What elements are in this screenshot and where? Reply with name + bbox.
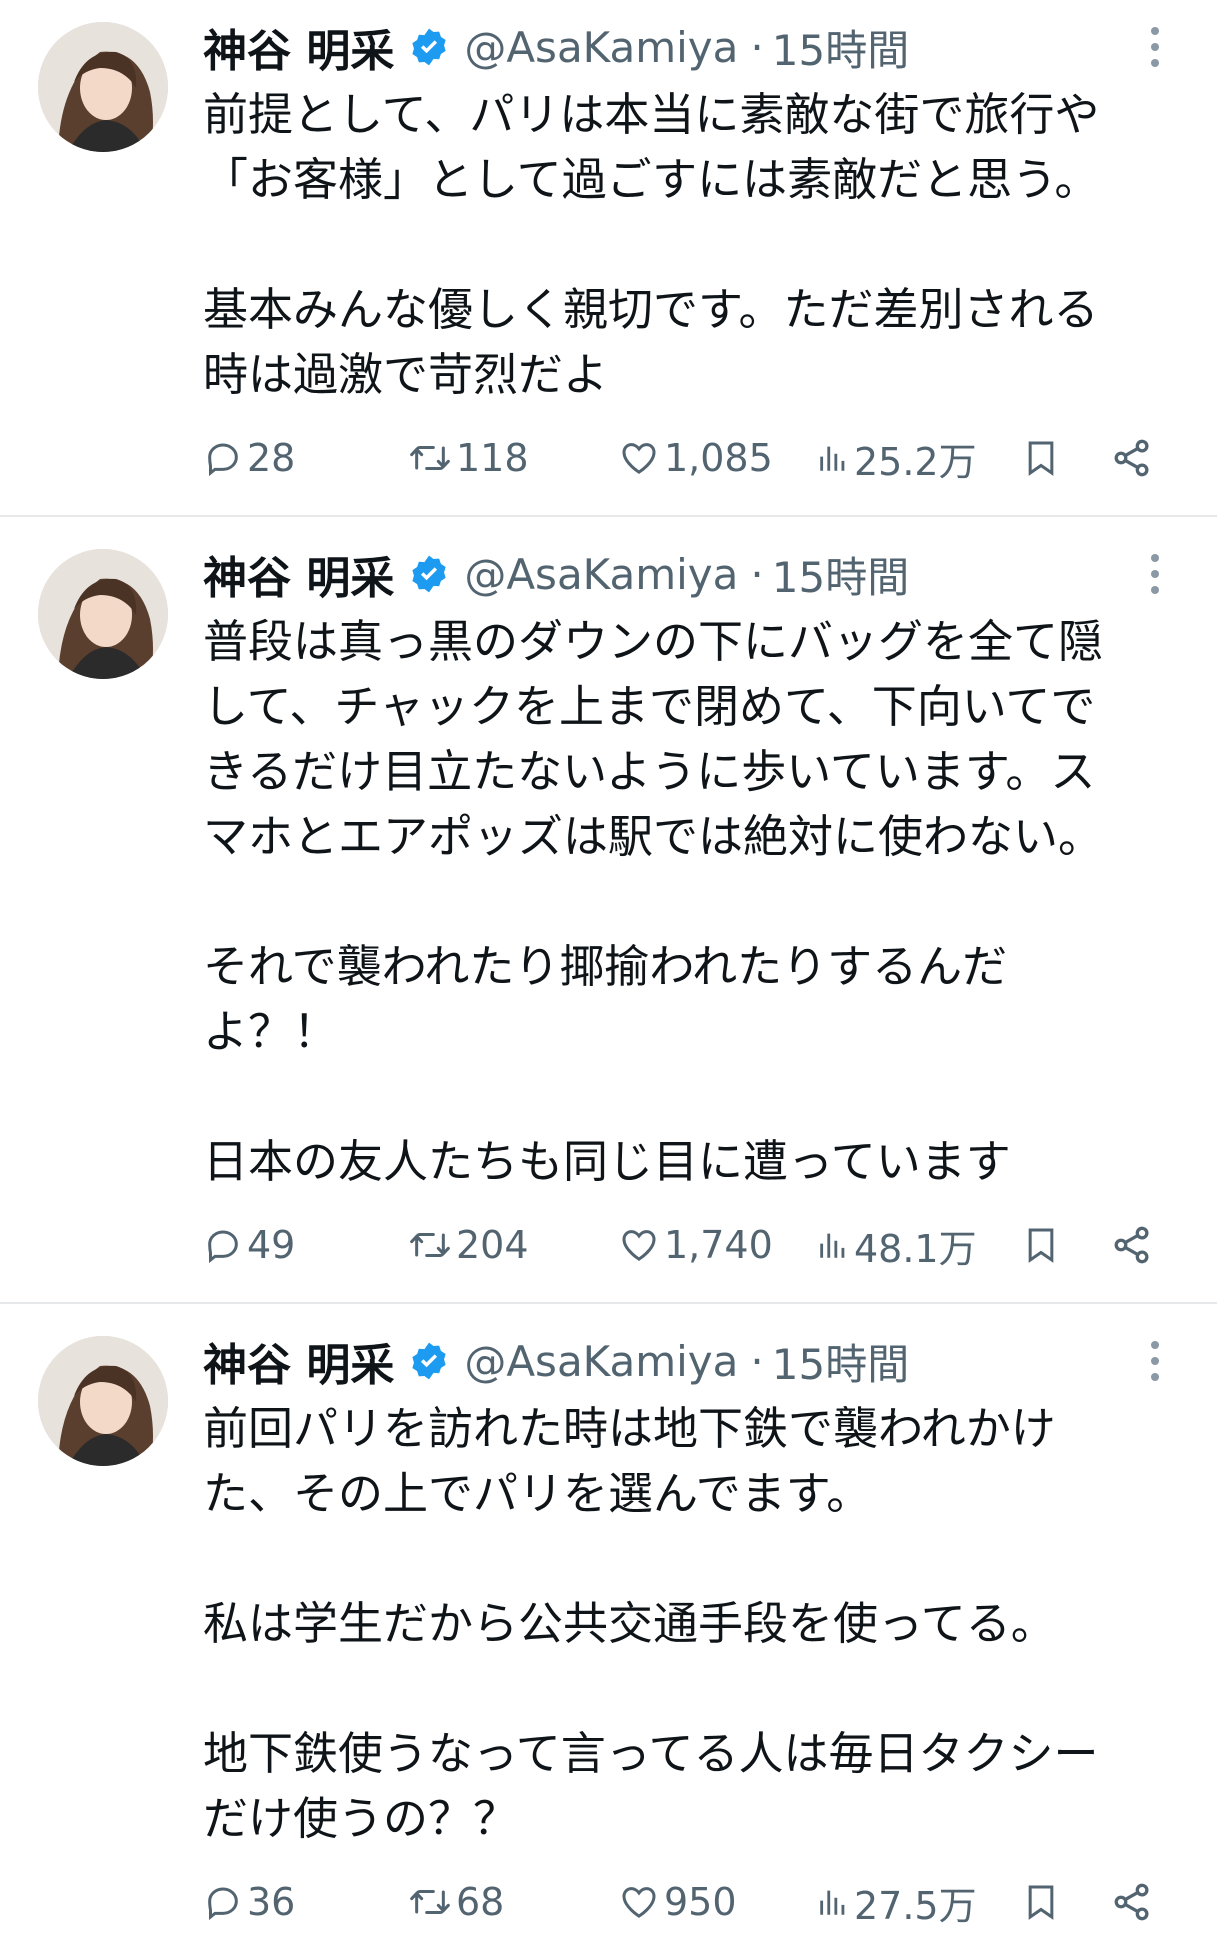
tweet-text: 前提として、パリは本当に素敵な街で旅行や 「お客様」として過ごすには素敵だと思う…	[203, 82, 1163, 407]
retweet-button[interactable]: 118	[408, 428, 529, 488]
tweet-header: 神谷 明采 @AsaKamiya · 15時間	[203, 541, 909, 607]
verified-badge-icon	[408, 26, 450, 68]
author-name[interactable]: 神谷 明采	[203, 15, 394, 79]
bookmark-icon	[1028, 1885, 1054, 1920]
retweet-count: 118	[456, 436, 529, 480]
like-button[interactable]: 1,740	[618, 1215, 773, 1275]
tweet-line: 前提として、パリは本当に素敵な街で旅行や	[203, 88, 1100, 141]
share-icon	[1114, 439, 1149, 477]
reply-count: 49	[247, 1223, 296, 1267]
tweet-line: 地下鉄使うなって言ってる人は毎日タクシー	[203, 1727, 1099, 1780]
tweet-line: マホとエアポッズは駅では絶対に使わない。	[203, 810, 1104, 863]
author-name[interactable]: 神谷 明采	[203, 1329, 394, 1393]
more-vertical-icon[interactable]	[1140, 22, 1170, 72]
heart-icon	[622, 1887, 656, 1918]
heart-icon	[622, 1230, 656, 1261]
views-button[interactable]: 27.5万	[816, 1872, 977, 1932]
retweet-button[interactable]: 68	[408, 1872, 504, 1932]
tweet-line: きるだけ目立たないように歩いています。ス	[203, 745, 1096, 798]
retweet-icon	[410, 446, 450, 470]
bookmark-icon	[1028, 1228, 1054, 1263]
retweet-count: 68	[456, 1880, 505, 1924]
tweet-line: それで襲われたり揶揄われたりするんだ	[203, 940, 1008, 993]
retweet-icon	[410, 1233, 450, 1257]
author-handle[interactable]: @AsaKamiya	[464, 550, 738, 599]
share-icon	[1114, 1226, 1149, 1264]
bookmark-button[interactable]	[1021, 1872, 1061, 1932]
like-count: 1,085	[664, 436, 773, 480]
retweet-icon	[410, 1890, 450, 1914]
tweet-divider	[0, 1302, 1217, 1304]
views-bar-chart-icon	[820, 1890, 845, 1915]
reply-icon	[208, 1887, 238, 1921]
tweet-line: して、チャックを上まで閉めて、下向いてで	[203, 680, 1096, 733]
tweet-text: 前回パリを訪れた時は地下鉄で襲われかけ た、その上でパリを選んでます。 私は学生…	[203, 1396, 1163, 1851]
reply-count: 36	[247, 1880, 296, 1924]
retweet-button[interactable]: 204	[408, 1215, 529, 1275]
bookmark-icon	[1028, 441, 1054, 476]
tweet-actions: 28 118 1,085 25.2万	[203, 428, 1163, 488]
tweet-line: た、その上でパリを選んでます。	[203, 1467, 872, 1520]
author-handle[interactable]: @AsaKamiya	[464, 23, 738, 72]
separator-dot: ·	[750, 22, 764, 72]
bookmark-button[interactable]	[1021, 428, 1061, 488]
reply-icon	[208, 443, 238, 477]
views-button[interactable]: 48.1万	[816, 1215, 977, 1275]
tweet-actions: 36 68 950 27.5万	[203, 1872, 1163, 1932]
share-button[interactable]	[1110, 428, 1154, 488]
tweet-3[interactable]: 神谷 明采 @AsaKamiya · 15時間 前回パリを訪れた時は地下鉄で襲わ…	[0, 1314, 1217, 1940]
reply-button[interactable]: 36	[203, 1872, 295, 1932]
reply-button[interactable]: 28	[203, 428, 295, 488]
views-button[interactable]: 25.2万	[816, 428, 977, 488]
tweet-line: 私は学生だから公共交通手段を使ってる。	[203, 1597, 1056, 1650]
author-handle[interactable]: @AsaKamiya	[464, 1337, 738, 1386]
separator-dot: ·	[750, 549, 764, 599]
tweet-header: 神谷 明采 @AsaKamiya · 15時間	[203, 14, 909, 80]
view-count: 27.5万	[854, 1883, 977, 1928]
view-count: 25.2万	[854, 439, 977, 484]
tweet-time[interactable]: 15時間	[772, 17, 909, 78]
tweet-line: 普段は真っ黒のダウンの下にバッグを全て隠	[203, 615, 1104, 668]
like-count: 1,740	[664, 1223, 773, 1267]
more-vertical-icon[interactable]	[1140, 1336, 1170, 1386]
tweet-line: 基本みんな優しく親切です。ただ差別される	[203, 283, 1099, 336]
like-count: 950	[664, 1880, 737, 1924]
verified-badge-icon	[408, 1340, 450, 1382]
tweet-header: 神谷 明采 @AsaKamiya · 15時間	[203, 1328, 909, 1394]
bookmark-button[interactable]	[1021, 1215, 1061, 1275]
author-name[interactable]: 神谷 明采	[203, 542, 394, 606]
avatar[interactable]	[38, 22, 168, 152]
tweet-line: 前回パリを訪れた時は地下鉄で襲われかけ	[203, 1402, 1056, 1455]
tweet-divider	[0, 515, 1217, 517]
tweet-line: 時は過激で苛烈だよ	[203, 348, 609, 401]
view-count: 48.1万	[854, 1226, 977, 1271]
tweet-2[interactable]: 神谷 明采 @AsaKamiya · 15時間 普段は真っ黒のダウンの下にバッグ…	[0, 527, 1217, 1302]
reply-count: 28	[247, 436, 296, 480]
retweet-count: 204	[456, 1223, 529, 1267]
tweet-line: だけ使うの？？	[203, 1792, 519, 1845]
heart-icon	[622, 443, 656, 474]
tweet-1[interactable]: 神谷 明采 @AsaKamiya · 15時間 前提として、パリは本当に素敵な街…	[0, 0, 1217, 515]
views-bar-chart-icon	[820, 446, 845, 471]
avatar[interactable]	[38, 549, 168, 679]
verified-badge-icon	[408, 553, 450, 595]
tweet-actions: 49 204 1,740 48.1万	[203, 1215, 1163, 1275]
tweet-line: 日本の友人たちも同じ目に遭っています	[203, 1135, 1011, 1188]
tweet-line: よ？！	[203, 1005, 339, 1058]
like-button[interactable]: 1,085	[618, 428, 773, 488]
tweet-time[interactable]: 15時間	[772, 1331, 909, 1392]
reply-icon	[208, 1230, 238, 1264]
reply-button[interactable]: 49	[203, 1215, 295, 1275]
share-button[interactable]	[1110, 1872, 1154, 1932]
avatar[interactable]	[38, 1336, 168, 1466]
tweet-time[interactable]: 15時間	[772, 544, 909, 605]
separator-dot: ·	[750, 1336, 764, 1386]
tweet-text: 普段は真っ黒のダウンの下にバッグを全て隠 して、チャックを上まで閉めて、下向いて…	[203, 609, 1163, 1194]
tweet-line: 「お客様」として過ごすには素敵だと思う。	[203, 153, 1100, 206]
share-icon	[1114, 1883, 1149, 1921]
like-button[interactable]: 950	[618, 1872, 737, 1932]
views-bar-chart-icon	[820, 1233, 845, 1258]
share-button[interactable]	[1110, 1215, 1154, 1275]
more-vertical-icon[interactable]	[1140, 549, 1170, 599]
